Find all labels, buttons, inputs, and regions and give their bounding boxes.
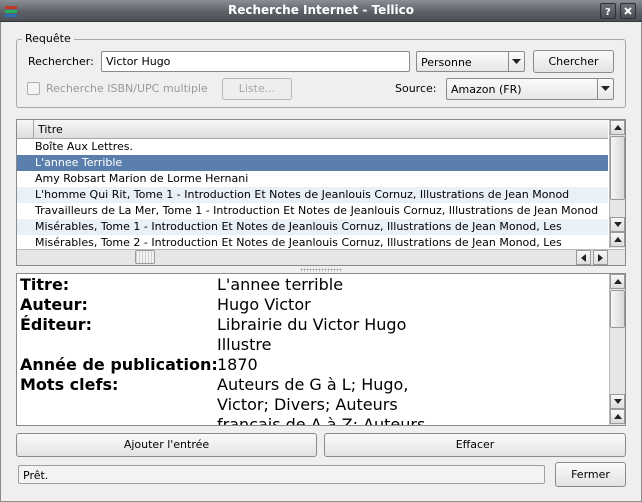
- scroll-down-button[interactable]: [610, 217, 625, 232]
- dropdown-arrow-icon: [597, 79, 613, 99]
- list-button[interactable]: Liste...: [222, 78, 292, 100]
- arrow-up-icon: [614, 125, 622, 130]
- result-row-selected[interactable]: L'annee Terrible: [17, 155, 608, 171]
- add-entry-button[interactable]: Ajouter l'entrée: [16, 433, 317, 457]
- close-button[interactable]: Fermer: [555, 462, 626, 487]
- scroll-thumb[interactable]: [610, 290, 625, 328]
- result-row[interactable]: Boîte Aux Lettres.: [17, 139, 608, 155]
- close-window-button[interactable]: [620, 3, 636, 19]
- arrow-right-icon: [598, 254, 603, 262]
- results-horizontal-scrollbar[interactable]: [17, 249, 625, 265]
- detail-title-value: L'annee terrible: [217, 275, 344, 294]
- scroll-up-button-secondary[interactable]: [610, 232, 625, 247]
- detail-keywords-label: Mots clefs:: [20, 375, 119, 394]
- header-corner: [17, 120, 34, 138]
- close-icon: [624, 7, 632, 15]
- result-row[interactable]: Amy Robsart Marion de Lorme Hernani: [17, 171, 608, 187]
- source-label: Source:: [395, 82, 437, 95]
- scroll-down-button[interactable]: [610, 394, 625, 409]
- scroll-right-button[interactable]: [593, 250, 608, 265]
- scroll-up-button[interactable]: [610, 120, 625, 135]
- result-row[interactable]: Misérables, Tome 1 - Introduction Et Not…: [17, 219, 608, 235]
- source-select-value: Amazon (FR): [451, 83, 522, 96]
- help-icon: ?: [605, 7, 611, 16]
- splitter-handle[interactable]: [300, 268, 342, 272]
- detail-publisher-value: Librairie du Victor Hugo: [217, 315, 407, 334]
- arrow-up-icon: [614, 279, 622, 284]
- svg-text:?: ?: [605, 7, 611, 16]
- title-column-header[interactable]: Titre: [38, 123, 63, 136]
- search-field-select[interactable]: Personne: [416, 51, 525, 72]
- result-row[interactable]: Travailleurs de La Mer, Tome 1 - Introdu…: [17, 203, 608, 219]
- scroll-up-button[interactable]: [610, 274, 625, 289]
- scroll-up-button-secondary[interactable]: [610, 409, 625, 424]
- status-text: Prêt.: [23, 469, 49, 482]
- search-label: Rechercher:: [28, 55, 94, 68]
- arrow-left-icon: [581, 254, 586, 262]
- search-field-value: Personne: [421, 56, 472, 69]
- arrow-down-icon: [614, 222, 622, 227]
- detail-year-value: 1870: [217, 355, 258, 374]
- detail-publisher-value-cont: Illustre: [217, 335, 272, 354]
- detail-keywords-value-cont2: français de A à Z; Auteurs: [217, 415, 426, 426]
- window-title: Recherche Internet - Tellico: [227, 3, 415, 17]
- clear-button[interactable]: Effacer: [324, 433, 626, 457]
- detail-title-label: Titre:: [20, 275, 70, 294]
- results-vertical-scrollbar[interactable]: [609, 120, 625, 248]
- status-bar: Prêt.: [18, 465, 545, 484]
- scroll-thumb[interactable]: [610, 136, 625, 200]
- query-group-title: Requête: [22, 32, 74, 45]
- search-button[interactable]: Chercher: [533, 50, 614, 73]
- results-list[interactable]: Titre Boîte Aux Lettres. L'annee Terribl…: [16, 119, 626, 266]
- detail-keywords-value: Auteurs de G à L; Hugo,: [217, 375, 409, 394]
- detail-author-value: Hugo Victor: [217, 295, 311, 314]
- source-select[interactable]: Amazon (FR): [446, 78, 614, 100]
- dropdown-arrow-icon: [508, 52, 524, 71]
- isbn-multiple-label: Recherche ISBN/UPC multiple: [46, 82, 208, 95]
- title-bar[interactable]: Recherche Internet - Tellico ?: [0, 0, 642, 22]
- arrow-up-icon: [614, 237, 622, 242]
- help-button[interactable]: ?: [600, 3, 616, 19]
- results-rows: Boîte Aux Lettres. L'annee Terrible Amy …: [17, 139, 608, 251]
- details-vertical-scrollbar[interactable]: [609, 274, 625, 425]
- arrow-down-icon: [614, 399, 622, 404]
- detail-publisher-label: Éditeur:: [20, 315, 93, 334]
- arrow-up-icon: [614, 414, 622, 419]
- detail-author-label: Auteur:: [20, 295, 88, 314]
- detail-keywords-value-cont: Victor; Divers; Auteurs: [217, 395, 398, 414]
- entry-details-view[interactable]: Titre: L'annee terrible Auteur: Hugo Vic…: [16, 273, 626, 426]
- search-input[interactable]: Victor Hugo: [101, 51, 410, 72]
- hscroll-thumb[interactable]: [135, 250, 155, 264]
- detail-year-label: Année de publication:: [20, 355, 218, 374]
- scroll-left-button[interactable]: [576, 250, 591, 265]
- result-row[interactable]: L'homme Qui Rit, Tome 1 - Introduction E…: [17, 187, 608, 203]
- results-header: Titre: [17, 120, 608, 139]
- isbn-multiple-checkbox[interactable]: [27, 82, 40, 95]
